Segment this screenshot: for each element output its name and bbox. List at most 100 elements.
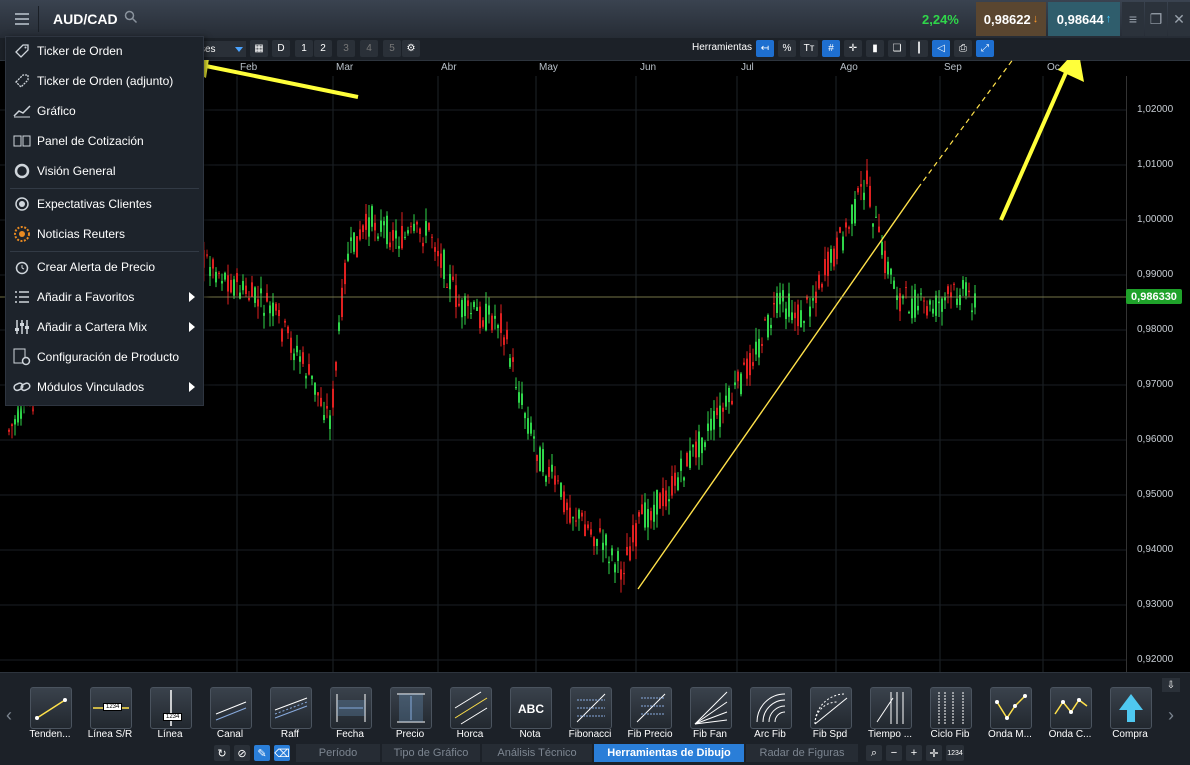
- candle-body: [728, 387, 730, 403]
- menu-item-noticias-reuters[interactable]: Noticias Reuters: [6, 220, 203, 248]
- drawing-tool-pitchfork[interactable]: Horca: [440, 685, 500, 741]
- menu-item-anadir-cartera[interactable]: Añadir a Cartera Mix: [6, 313, 203, 341]
- candle-body: [512, 357, 514, 362]
- crosshair-small-icon[interactable]: ✛: [926, 745, 942, 761]
- menu-item-crear-alerta[interactable]: Crear Alerta de Precio: [6, 253, 203, 281]
- drawing-tool-buy-arrow[interactable]: Compra: [1100, 685, 1160, 741]
- popout-icon[interactable]: ❐: [1145, 2, 1167, 36]
- candle-body: [782, 290, 784, 302]
- zoom-out-icon[interactable]: −: [886, 745, 902, 761]
- zoom-icon[interactable]: ⌕: [866, 745, 882, 761]
- candle-body: [308, 364, 310, 375]
- crosshair-icon[interactable]: ✛: [844, 40, 862, 57]
- drawing-tool-wave-m[interactable]: Onda M...: [980, 685, 1040, 741]
- candle-body: [431, 236, 433, 238]
- drawing-tool-fibonacci[interactable]: Fibonacci: [560, 685, 620, 741]
- candle-body: [623, 573, 625, 575]
- period-button-d[interactable]: D: [272, 40, 290, 57]
- menu-item-label: Configuración de Producto: [37, 350, 180, 364]
- candle-body: [842, 236, 844, 251]
- period-button-4[interactable]: 4: [360, 40, 378, 57]
- candle-body: [941, 298, 943, 312]
- drawing-tool-price-range[interactable]: Precio: [380, 685, 440, 741]
- stack-icon[interactable]: ≡: [1122, 2, 1144, 36]
- down-arrow-icon: ↓: [1032, 13, 1039, 25]
- drawing-tool-sr-line[interactable]: 1234 Línea S/R: [80, 685, 140, 741]
- period-button-3[interactable]: 3: [337, 40, 355, 57]
- drawing-tool-channel[interactable]: Canal: [200, 685, 260, 741]
- drawing-tool-note[interactable]: ABC Nota: [500, 685, 560, 741]
- drawing-tool-raff[interactable]: Raff: [260, 685, 320, 741]
- drawing-tool-fib-speed[interactable]: Fib Spd: [800, 685, 860, 741]
- hamburger-menu-icon[interactable]: [6, 6, 39, 32]
- menu-item-vision-general[interactable]: Visión General: [6, 157, 203, 185]
- candle-body: [743, 362, 745, 365]
- bottom-tabs: Período Tipo de Gráfico Análisis Técnico…: [0, 743, 1190, 763]
- zoom-in-icon[interactable]: +: [906, 745, 922, 761]
- search-icon[interactable]: [124, 10, 138, 24]
- scroll-left-icon[interactable]: ‹: [6, 705, 12, 726]
- menu-item-expectativas-clientes[interactable]: Expectativas Clientes: [6, 190, 203, 218]
- share-icon[interactable]: ⤢: [976, 40, 994, 57]
- drawing-tool-trendline[interactable]: Tenden...: [20, 685, 80, 741]
- tab-analisis-tecnico[interactable]: Análisis Técnico: [482, 744, 592, 762]
- candle-body: [599, 528, 601, 532]
- sell-price-button[interactable]: 0,98622 ↓: [976, 2, 1046, 36]
- print-icon[interactable]: ⎙: [954, 40, 972, 57]
- period-select[interactable]: ses: [200, 41, 246, 57]
- drawing-tool-wave-c[interactable]: Onda C...: [1040, 685, 1100, 741]
- grid-icon[interactable]: #: [822, 40, 840, 57]
- collapse-panel-icon[interactable]: ⇩: [1162, 678, 1180, 692]
- price-tag-icon[interactable]: ◁: [932, 40, 950, 57]
- candle-body: [809, 306, 811, 317]
- candle-body: [962, 280, 964, 289]
- tab-herramientas-de-dibujo[interactable]: Herramientas de Dibujo: [594, 744, 744, 762]
- drawing-tool-fib-fan[interactable]: Fib Fan: [680, 685, 740, 741]
- percent-toggle[interactable]: %: [778, 40, 796, 57]
- menu-item-anadir-favoritos[interactable]: Añadir a Favoritos: [6, 283, 203, 311]
- text-tool[interactable]: Tт: [800, 40, 818, 57]
- bars-icon[interactable]: ┃: [910, 40, 928, 57]
- candle-body: [548, 467, 550, 477]
- drawing-tool-vertical-line[interactable]: 1234 Línea: [140, 685, 200, 741]
- drawing-tool-date-range[interactable]: Fecha: [320, 685, 380, 741]
- menu-item-label: Panel de Cotización: [37, 134, 144, 148]
- tab-periodo[interactable]: Período: [296, 744, 380, 762]
- layers-icon[interactable]: ❏: [888, 40, 906, 57]
- candle-body: [416, 221, 418, 225]
- drawing-tool-fib-arc[interactable]: Arc Fib: [740, 685, 800, 741]
- candle-body: [284, 320, 286, 323]
- candle-body: [398, 246, 400, 249]
- gear-icon[interactable]: ⚙: [402, 40, 420, 57]
- tab-radar-de-figuras[interactable]: Radar de Figuras: [746, 744, 858, 762]
- period-button-1[interactable]: 1: [295, 40, 313, 57]
- menu-item-configuracion[interactable]: Configuración de Producto: [6, 343, 203, 371]
- candle-body: [944, 297, 946, 301]
- back-arrow-icon[interactable]: ↤: [756, 40, 774, 57]
- candle-body: [776, 293, 778, 313]
- menu-item-grafico[interactable]: Gráfico: [6, 97, 203, 125]
- drawing-tool-fib-price[interactable]: Fib Precio: [620, 685, 680, 741]
- candle-body: [311, 375, 313, 379]
- candle-icon[interactable]: ▮: [866, 40, 884, 57]
- tool-badge: 1234: [163, 713, 183, 721]
- candle-body: [704, 442, 706, 447]
- tab-tipo-de-grafico[interactable]: Tipo de Gráfico: [382, 744, 480, 762]
- period-button-5[interactable]: 5: [383, 40, 401, 57]
- menu-item-modulos-vinculados[interactable]: Módulos Vinculados: [6, 373, 203, 401]
- scroll-right-icon[interactable]: ›: [1168, 705, 1174, 726]
- calendar-icon[interactable]: ▦: [250, 40, 268, 57]
- buy-price-button[interactable]: 0,98644 ↑: [1048, 2, 1120, 36]
- menu-item-ticker-de-orden[interactable]: Ticker de Orden: [6, 37, 203, 65]
- drawing-tool-fib-time[interactable]: Tiempo ...: [860, 685, 920, 741]
- numbers-badge[interactable]: 1234: [946, 745, 964, 761]
- candle-body: [722, 407, 724, 412]
- drawing-tool-fib-cycle[interactable]: Ciclo Fib: [920, 685, 980, 741]
- close-icon[interactable]: ✕: [1168, 2, 1190, 36]
- candle-body: [674, 472, 676, 486]
- menu-item-ticker-de-orden-adjunto[interactable]: Ticker de Orden (adjunto): [6, 67, 203, 95]
- candle-body: [878, 226, 880, 233]
- period-button-2[interactable]: 2: [314, 40, 332, 57]
- drawing-tool-label: Tenden...: [29, 729, 71, 740]
- menu-item-panel-de-cotizacion[interactable]: Panel de Cotización: [6, 127, 203, 155]
